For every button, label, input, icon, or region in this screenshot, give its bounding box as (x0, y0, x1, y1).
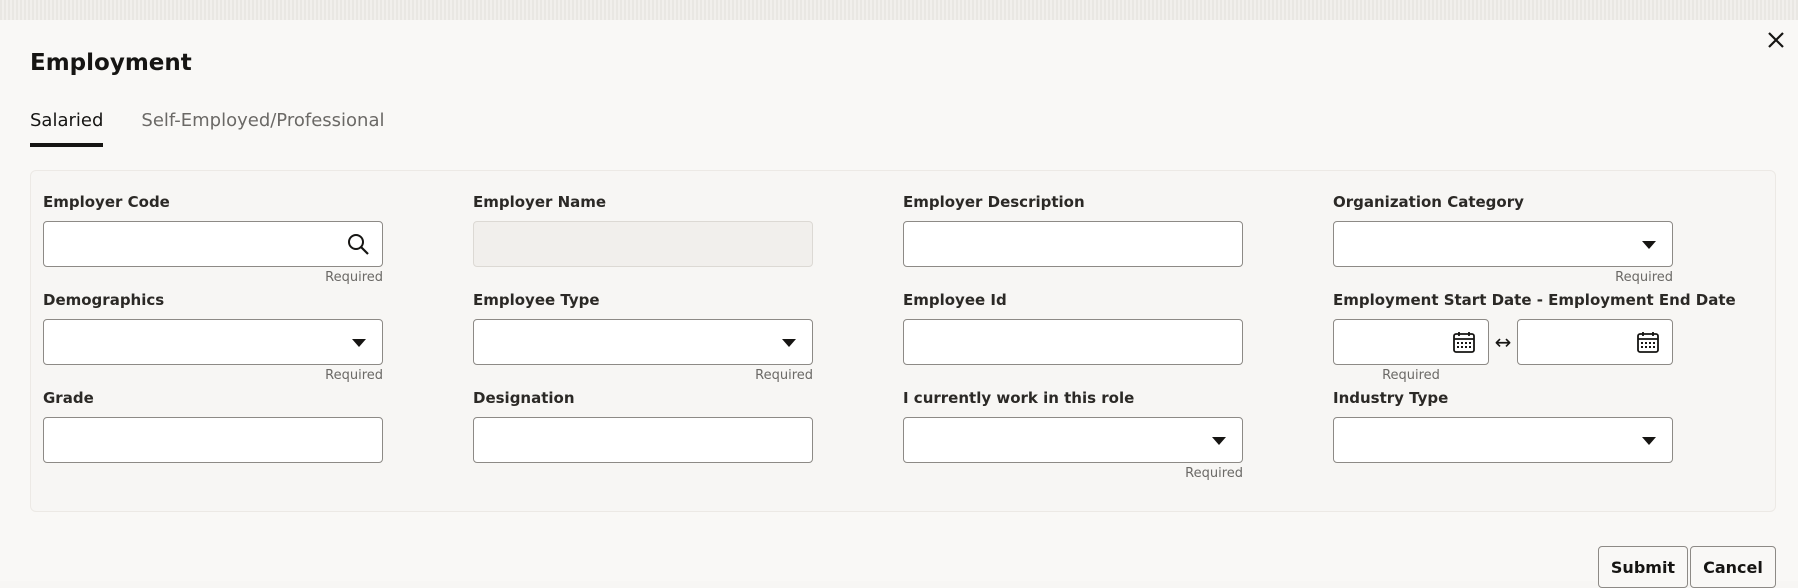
chevron-down-icon (1212, 437, 1226, 445)
field-label: Grade (43, 389, 94, 407)
required-hint: Required (325, 368, 383, 383)
required-hint: Required (1382, 368, 1440, 383)
demographics-select[interactable] (43, 319, 383, 365)
industry-type-select[interactable] (1333, 417, 1673, 463)
employer-code-input[interactable] (43, 221, 383, 267)
employer-name-input (473, 221, 813, 267)
search-icon[interactable] (346, 232, 370, 256)
organization-category-field: Organization Category Required (1333, 193, 1673, 285)
employment-dates-field: Employment Start Date - Employment End D… (1333, 291, 1736, 383)
field-label: Organization Category (1333, 193, 1524, 211)
grade-field: Grade (43, 389, 383, 463)
employee-id-input[interactable] (903, 319, 1243, 365)
field-label: Employer Description (903, 193, 1085, 211)
required-hint: Required (1185, 466, 1243, 481)
field-label: Employee Type (473, 291, 600, 309)
background-strip (0, 0, 1798, 21)
end-date-input[interactable] (1517, 319, 1673, 365)
chevron-down-icon (352, 339, 366, 347)
employer-name-field: Employer Name (473, 193, 813, 267)
field-label: Employment Start Date - Employment End D… (1333, 291, 1736, 309)
field-label: I currently work in this role (903, 389, 1135, 407)
designation-input[interactable] (473, 417, 813, 463)
tab-self-employed[interactable]: Self-Employed/Professional (141, 110, 384, 147)
employer-description-field: Employer Description (903, 193, 1243, 267)
designation-field: Designation (473, 389, 813, 463)
required-hint: Required (1615, 270, 1673, 285)
employee-id-field: Employee Id (903, 291, 1243, 365)
calendar-icon[interactable] (1452, 330, 1476, 354)
form-panel: Employer Code Required Employer Name Emp… (30, 170, 1776, 512)
employment-dialog: Employment Salaried Self-Employed/Profes… (0, 20, 1798, 588)
currently-work-select[interactable] (903, 417, 1243, 463)
cancel-button[interactable]: Cancel (1690, 546, 1776, 588)
field-label: Demographics (43, 291, 165, 309)
tab-salaried[interactable]: Salaried (30, 110, 104, 147)
currently-work-field: I currently work in this role Required (903, 389, 1243, 481)
submit-button[interactable]: Submit (1598, 546, 1688, 588)
employee-type-select[interactable] (473, 319, 813, 365)
demographics-field: Demographics Required (43, 291, 383, 383)
field-label: Industry Type (1333, 389, 1449, 407)
chevron-down-icon (782, 339, 796, 347)
chevron-down-icon (1642, 241, 1656, 249)
employer-code-field: Employer Code Required (43, 193, 383, 285)
field-label: Employee Id (903, 291, 1007, 309)
date-range-separator: ↔ (1494, 330, 1512, 354)
calendar-icon[interactable] (1636, 330, 1660, 354)
tab-bar: Salaried Self-Employed/Professional (30, 110, 384, 147)
dialog-title: Employment (30, 50, 192, 76)
field-label: Employer Code (43, 193, 170, 211)
industry-type-field: Industry Type (1333, 389, 1673, 463)
field-label: Employer Name (473, 193, 607, 211)
employee-type-field: Employee Type Required (473, 291, 813, 383)
close-icon[interactable] (1762, 26, 1790, 54)
start-date-input[interactable] (1333, 319, 1489, 365)
organization-category-select[interactable] (1333, 221, 1673, 267)
chevron-down-icon (1642, 437, 1656, 445)
required-hint: Required (755, 368, 813, 383)
field-label: Designation (473, 389, 575, 407)
employer-description-input[interactable] (903, 221, 1243, 267)
required-hint: Required (325, 270, 383, 285)
grade-input[interactable] (43, 417, 383, 463)
